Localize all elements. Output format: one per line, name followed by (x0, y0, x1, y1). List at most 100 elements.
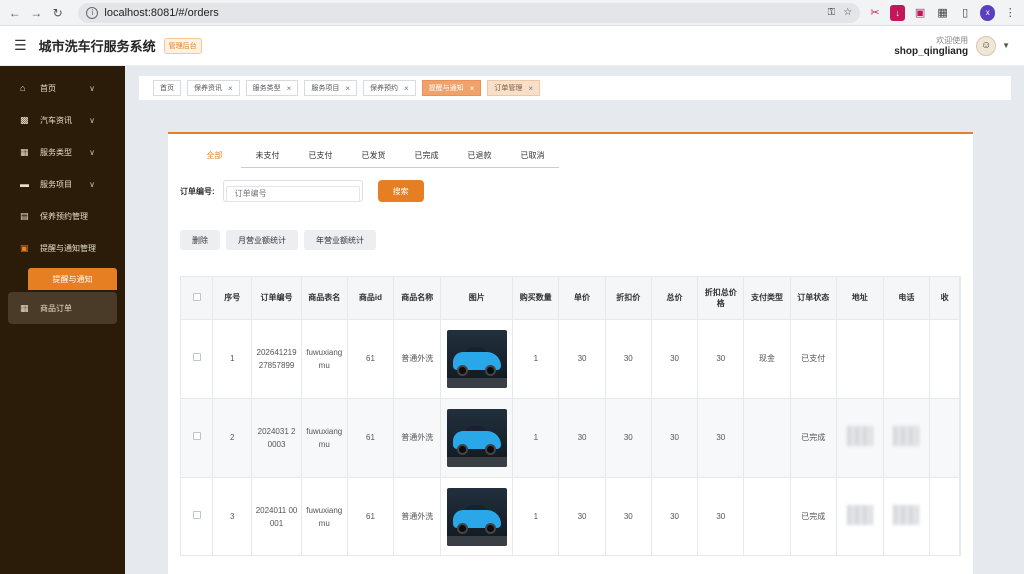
home-icon: ⌂ (20, 83, 26, 93)
puzzle-extension-icon[interactable]: ▦ (935, 5, 951, 21)
tab-orders[interactable]: 订单管理 × (487, 80, 541, 96)
row-checkbox[interactable] (181, 477, 214, 555)
cell-pay-type (743, 477, 791, 555)
table-row[interactable]: 3 2024011 00001 fuwuxiangmu 61 普通外洗 1 30… (181, 477, 960, 555)
sidebar-item-label: 首页 (40, 83, 56, 93)
sidebar-item-service-item[interactable]: ▬ 服务项目 ∨ (0, 168, 125, 200)
column-header: 订单编号 (251, 277, 302, 320)
cell-order-no: 20264121927857899 (251, 319, 302, 399)
status-tab-refunded[interactable]: 已退款 (453, 150, 506, 168)
tab-service-item[interactable]: 服务项目 × (304, 80, 358, 96)
close-icon[interactable]: × (345, 84, 350, 93)
status-tab-cancelled[interactable]: 已取消 (506, 150, 559, 168)
cell-product-id: 61 (347, 398, 395, 478)
profile-icon[interactable]: x (979, 4, 996, 21)
sidebar-item-orders[interactable]: ▦ 商品订单 (8, 292, 117, 324)
cell-discount-total: 30 (697, 477, 745, 555)
url-text[interactable]: localhost:8081/#/orders (104, 7, 819, 19)
bookmark-star-icon[interactable]: ☆ (843, 7, 852, 18)
delete-button[interactable]: 删除 (180, 230, 220, 250)
status-tab-completed[interactable]: 已完成 (400, 150, 453, 168)
action-buttons: 删除 月营业额统计 年营业额统计 (180, 230, 382, 250)
sidebar-subitem-reminders[interactable]: 提醒与通知 (28, 268, 117, 290)
avatar[interactable]: ☺ (976, 35, 997, 56)
orders-panel: 全部 未支付 已支付 已发货 已完成 已退款 已取消 订单编号: 搜索 删除 月… (168, 132, 973, 574)
sidebar-item-label: 服务类型 (40, 147, 72, 157)
back-icon[interactable]: ← (6, 4, 23, 22)
app-title: 城市洗车行服务系统 (38, 39, 156, 54)
sidebar-item-reminders[interactable]: ▣ 提醒与通知管理 (0, 232, 125, 264)
sidebar-panel-icon[interactable]: ▯ (957, 5, 973, 21)
cell-qty: 1 (512, 398, 560, 478)
orders-table: 序号 订单编号 商品表名 商品id 商品名称 图片 购买数量 单价 折扣价 总价… (180, 276, 961, 556)
column-header: 折扣价 (605, 277, 652, 320)
chevron-down-icon[interactable]: ▼ (1002, 41, 1010, 50)
status-tab-paid[interactable]: 已支付 (294, 150, 347, 168)
cell-index: 2 (212, 398, 253, 478)
sidebar-item-car-news[interactable]: ▩ 汽车资讯 ∨ (0, 104, 125, 136)
sidebar-item-service-type[interactable]: ▦ 服务类型 ∨ (0, 136, 125, 168)
close-icon[interactable]: × (287, 84, 292, 93)
reminder-icon: ▣ (20, 242, 29, 253)
close-icon[interactable]: × (528, 84, 533, 93)
cell-pay-type (743, 398, 791, 478)
table-row[interactable]: 2 2024031 20003 fuwuxiangmu 61 普通外洗 1 30… (181, 398, 960, 478)
close-icon[interactable]: × (228, 84, 233, 93)
tab-maintenance-booking[interactable]: 保养预约 × (363, 80, 416, 96)
cell-status: 已支付 (790, 319, 837, 399)
site-info-icon[interactable]: i (86, 6, 99, 19)
tab-home[interactable]: 首页 (153, 80, 181, 96)
tab-reminders[interactable]: 提醒与通知 × (421, 80, 482, 96)
order-number-input[interactable] (225, 185, 360, 202)
search-row: 订单编号: 搜索 (180, 180, 424, 202)
row-checkbox[interactable] (181, 319, 214, 399)
scissors-extension-icon[interactable]: ✂ (867, 5, 883, 21)
redacted-address (846, 425, 873, 446)
status-filter-tabs: 全部 未支付 已支付 已发货 已完成 已退款 已取消 (188, 150, 559, 168)
column-header: 折扣总价格 (697, 277, 745, 320)
column-header: 序号 (212, 277, 253, 320)
sidebar-item-label: 商品订单 (40, 303, 72, 313)
cell-image (440, 398, 514, 478)
close-icon[interactable]: × (404, 84, 409, 93)
tab-maintenance-news[interactable]: 保养资讯 × (187, 80, 240, 96)
close-icon[interactable]: × (470, 84, 475, 93)
cell-price: 30 (558, 477, 606, 555)
select-all-checkbox[interactable] (181, 277, 214, 320)
devtools-extension-icon[interactable]: ▣ (912, 5, 928, 21)
cell-image (440, 477, 514, 555)
app-header: ☰ 城市洗车行服务系统 管理后台 欢迎使用 shop_qingliang ☺ ▼ (0, 26, 1024, 66)
sidebar-item-home[interactable]: ⌂ 首页 ∨ (0, 72, 125, 104)
forward-icon[interactable]: → (27, 4, 44, 22)
cell-order-no: 2024031 20003 (251, 398, 302, 478)
more-menu-icon[interactable]: ⋮ (1002, 5, 1018, 21)
reload-icon[interactable]: ↻ (49, 4, 66, 22)
key-icon[interactable]: ⚿ (828, 7, 836, 18)
tab-service-type[interactable]: 服务类型 × (245, 80, 299, 96)
car-image (446, 408, 507, 467)
cell-phone (883, 477, 931, 555)
row-checkbox[interactable] (181, 398, 214, 478)
table-row[interactable]: 1 20264121927857899 fuwuxiangmu 61 普通外洗 … (181, 319, 960, 399)
search-box (222, 180, 363, 202)
cell-address (836, 477, 884, 555)
hamburger-menu-icon[interactable]: ☰ (14, 37, 27, 54)
cell-receiver (929, 477, 960, 555)
column-header: 购买数量 (512, 277, 560, 320)
status-tab-shipped[interactable]: 已发货 (347, 150, 400, 168)
cell-receiver (929, 398, 960, 478)
status-tab-all[interactable]: 全部 (188, 150, 241, 168)
yearly-revenue-button[interactable]: 年营业额统计 (304, 230, 376, 250)
cell-discount-price: 30 (605, 319, 652, 399)
search-button[interactable]: 搜索 (377, 180, 424, 202)
status-tab-unpaid[interactable]: 未支付 (241, 150, 294, 168)
address-bar[interactable]: i localhost:8081/#/orders ⚿ ☆ (78, 2, 861, 23)
table-header-row: 序号 订单编号 商品表名 商品id 商品名称 图片 购买数量 单价 折扣价 总价… (181, 277, 960, 320)
cell-product-id: 61 (347, 319, 395, 399)
sidebar-item-maintenance[interactable]: ▤ 保养预约管理 (0, 200, 125, 232)
column-header: 电话 (883, 277, 931, 320)
user-menu[interactable]: 欢迎使用 shop_qingliang ☺ ▼ (894, 35, 1010, 57)
download-extension-icon[interactable]: ↓ (889, 4, 906, 21)
monthly-revenue-button[interactable]: 月营业额统计 (226, 230, 298, 250)
sidebar-item-label: 汽车资讯 (40, 115, 72, 125)
